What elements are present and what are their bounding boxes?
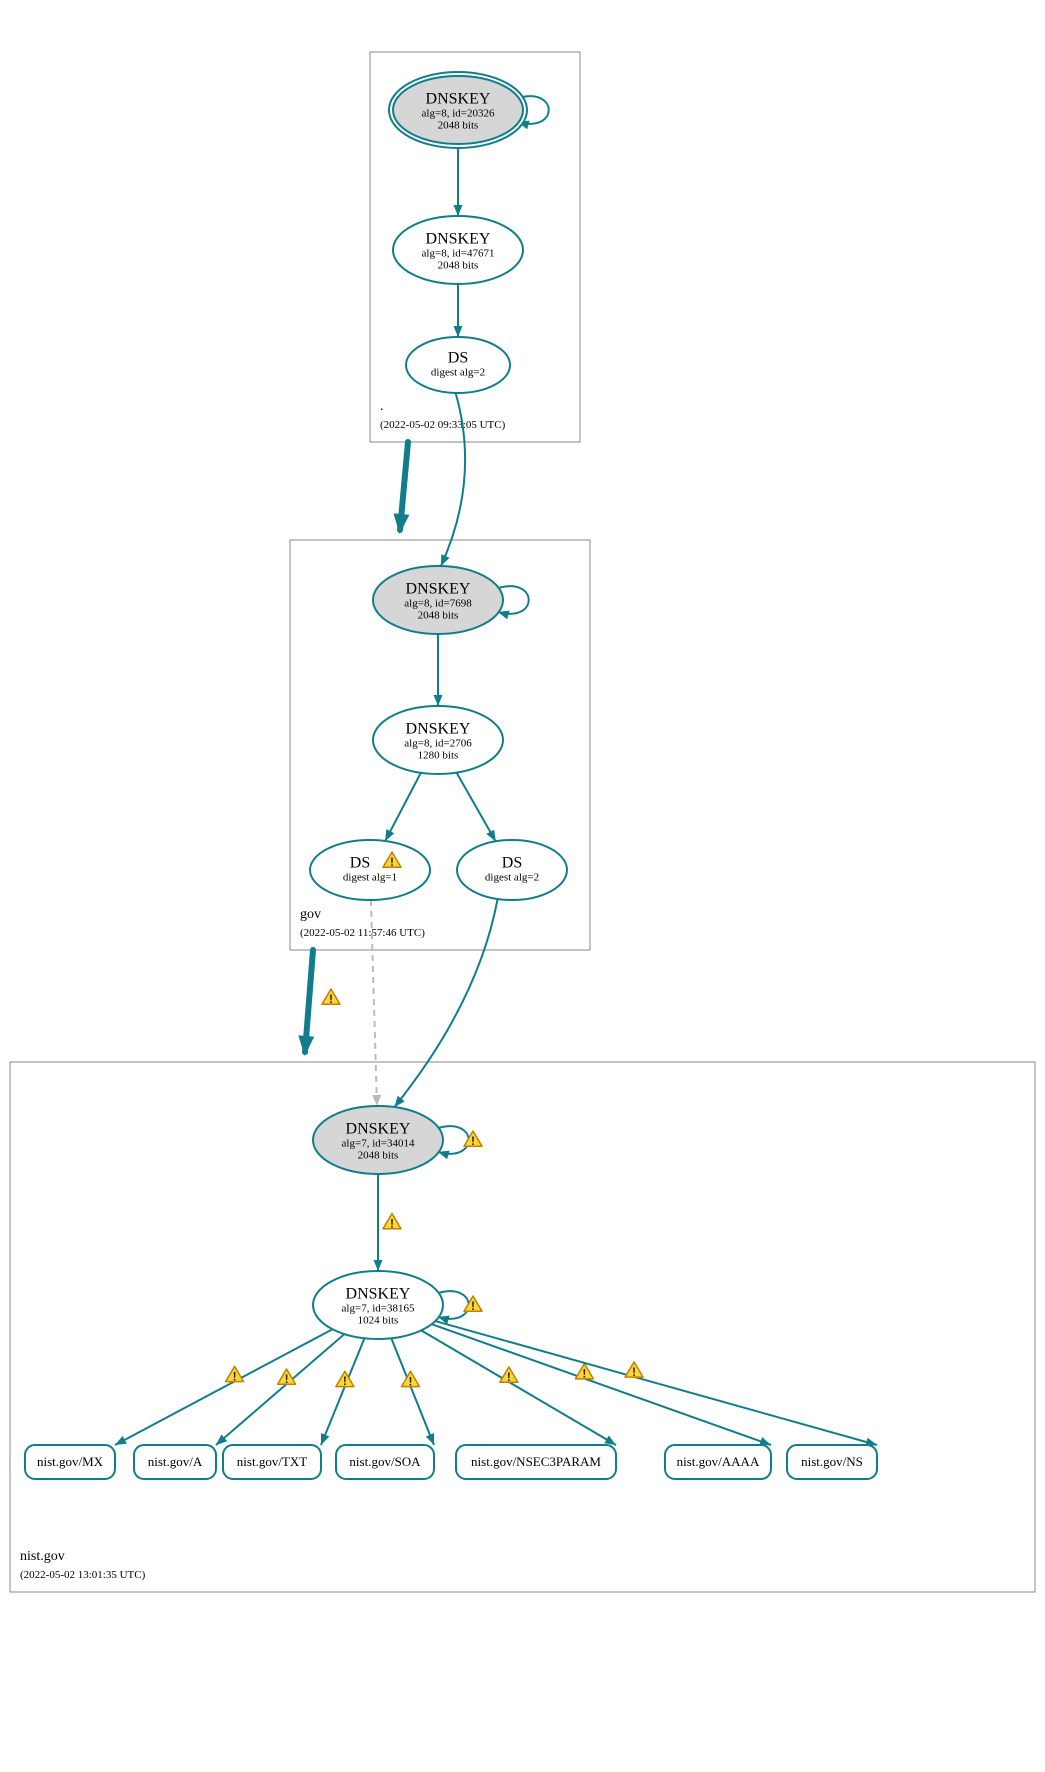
svg-text:!: ! <box>285 1372 289 1386</box>
dnskey-node: DNSKEYalg=7, id=381651024 bits <box>313 1271 443 1339</box>
edge: ! <box>374 1174 402 1271</box>
zone-timestamp: (2022-05-02 09:33:05 UTC) <box>380 419 506 431</box>
node-title: DNSKEY <box>426 91 491 108</box>
node-subtext: alg=8, id=20326 <box>422 108 495 120</box>
rrset-label: nist.gov/NSEC3PARAM <box>471 1454 601 1469</box>
dnskey-node: DNSKEYalg=8, id=476712048 bits <box>393 216 523 284</box>
edge <box>454 284 463 337</box>
node-subtext: 2048 bits <box>418 610 459 622</box>
dnskey-node: DNSKEYalg=8, id=203262048 bits <box>389 72 527 148</box>
warning-icon: ! <box>402 1371 420 1388</box>
node-title: DNSKEY <box>406 721 471 738</box>
node-title: DS <box>502 855 522 872</box>
edge: ! <box>432 1324 771 1445</box>
zone-box <box>10 1062 1035 1592</box>
zone-timestamp: (2022-05-02 13:01:35 UTC) <box>20 1569 146 1581</box>
warning-icon: ! <box>625 1362 643 1379</box>
svg-text:!: ! <box>343 1374 347 1388</box>
svg-text:!: ! <box>390 1216 394 1230</box>
rrset-node: nist.gov/NS <box>787 1445 877 1479</box>
node-subtext: alg=8, id=7698 <box>404 598 472 610</box>
edge <box>457 773 496 842</box>
edge <box>454 144 463 216</box>
ds-node: DSdigest alg=2 <box>406 337 510 393</box>
svg-text:!: ! <box>471 1299 475 1313</box>
zone-name: gov <box>300 907 321 922</box>
rrset-node: nist.gov/AAAA <box>665 1445 771 1479</box>
svg-text:!: ! <box>632 1365 636 1379</box>
ds-node: DS! digest alg=1 <box>310 840 430 900</box>
rrset-label: nist.gov/NS <box>801 1454 863 1469</box>
svg-text:!: ! <box>582 1366 586 1380</box>
node-title: DS <box>350 855 370 872</box>
edge: ! <box>216 1334 344 1445</box>
rrset-node: nist.gov/A <box>134 1445 216 1479</box>
node-subtext: digest alg=2 <box>485 872 539 884</box>
edge: ! <box>435 1321 877 1446</box>
svg-text:!: ! <box>390 855 394 869</box>
delegation-arrow: ! <box>298 950 340 1056</box>
node-subtext: alg=7, id=38165 <box>342 1303 415 1315</box>
rrset-label: nist.gov/AAAA <box>677 1454 760 1469</box>
rrset-node: nist.gov/NSEC3PARAM <box>456 1445 616 1479</box>
svg-text:!: ! <box>409 1374 413 1388</box>
rrset-node: nist.gov/TXT <box>223 1445 321 1479</box>
dnskey-node: DNSKEYalg=8, id=27061280 bits <box>373 706 503 774</box>
svg-text:!: ! <box>471 1134 475 1148</box>
node-subtext: digest alg=1 <box>343 872 397 884</box>
edge: ! <box>115 1329 332 1445</box>
node-subtext: 1280 bits <box>418 750 459 762</box>
node-title: DNSKEY <box>426 231 491 248</box>
delegation-arrow <box>393 442 409 534</box>
ds-node: DSdigest alg=2 <box>457 840 567 900</box>
node-title: DNSKEY <box>406 581 471 598</box>
node-subtext: 2048 bits <box>438 260 479 272</box>
edge: ! <box>438 1291 482 1324</box>
warning-icon: ! <box>575 1364 593 1381</box>
rrset-label: nist.gov/TXT <box>237 1454 307 1469</box>
edge: ! <box>391 1338 434 1445</box>
svg-text:!: ! <box>507 1370 511 1384</box>
edge <box>385 773 421 841</box>
warning-icon: ! <box>383 1214 401 1231</box>
rrset-label: nist.gov/SOA <box>349 1454 421 1469</box>
node-title: DNSKEY <box>346 1286 411 1303</box>
zone-name: . <box>380 399 384 414</box>
edge: ! <box>321 1338 364 1445</box>
warning-icon: ! <box>500 1367 518 1384</box>
rrset-label: nist.gov/A <box>148 1454 203 1469</box>
node-subtext: 2048 bits <box>358 1150 399 1162</box>
edge: ! <box>421 1330 616 1445</box>
zone-timestamp: (2022-05-02 11:57:46 UTC) <box>300 927 425 939</box>
edge <box>434 634 443 706</box>
node-subtext: digest alg=2 <box>431 367 485 379</box>
edge: ! <box>438 1126 482 1159</box>
warning-icon: ! <box>336 1371 354 1388</box>
node-title: DNSKEY <box>346 1121 411 1138</box>
node-title: DS <box>448 350 468 367</box>
node-subtext: 1024 bits <box>358 1315 399 1327</box>
node-subtext: alg=7, id=34014 <box>342 1138 415 1150</box>
node-subtext: alg=8, id=47671 <box>422 248 495 260</box>
rrset-node: nist.gov/MX <box>25 1445 115 1479</box>
zone-name: nist.gov <box>20 1549 65 1564</box>
dnskey-node: DNSKEYalg=7, id=340142048 bits <box>313 1106 443 1174</box>
rrset-node: nist.gov/SOA <box>336 1445 434 1479</box>
dnskey-node: DNSKEYalg=8, id=76982048 bits <box>373 566 503 634</box>
node-subtext: alg=8, id=2706 <box>404 738 472 750</box>
svg-text:!: ! <box>233 1369 237 1383</box>
dnssec-diagram: . (2022-05-02 09:33:05 UTC) gov (2022-05-02… <box>0 0 1045 1772</box>
warning-icon: ! <box>322 989 340 1006</box>
node-subtext: 2048 bits <box>438 120 479 132</box>
svg-text:!: ! <box>329 992 333 1006</box>
rrset-label: nist.gov/MX <box>37 1454 104 1469</box>
warning-icon: ! <box>226 1366 244 1383</box>
